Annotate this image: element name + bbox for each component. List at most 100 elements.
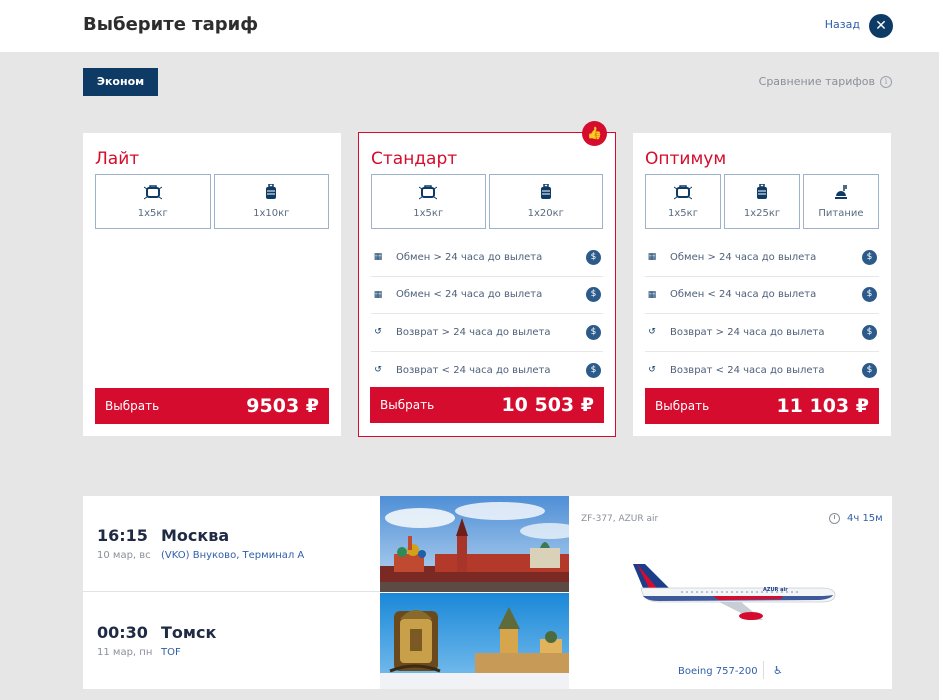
paid-icon[interactable]: $ [862, 324, 877, 340]
tariff-features: 1x5кг 1x25кг Питание [645, 174, 879, 229]
carry-on-bag-icon [419, 185, 438, 200]
select-tariff-button[interactable]: Выбрать 9503 ₽ [95, 388, 329, 424]
paid-icon[interactable]: $ [586, 249, 601, 265]
carry-on-bag-icon [674, 185, 692, 200]
feature-carry-on: 1x5кг [371, 174, 486, 229]
condition-row: ▦ Обмен > 24 часа до вылета $ [645, 239, 879, 277]
feature-label: 1x20кг [527, 208, 564, 219]
condition-text: Обмен < 24 часа до вылета [670, 289, 817, 301]
paid-icon[interactable]: $ [862, 362, 877, 378]
tomsk-city-photo [380, 593, 569, 689]
flight-details-card: 16:15 Москва 10 мар, вс (VKO) Внуково, Т… [83, 496, 892, 689]
arrival-airport: TOF [161, 647, 181, 658]
tariff-name: Лайт [95, 149, 140, 169]
condition-text: Обмен < 24 часа до вылета [396, 289, 543, 301]
feature-carry-on: 1x5кг [645, 174, 721, 229]
departure-time: 16:15 [97, 526, 148, 545]
compare-tariffs-link[interactable]: Сравнение тарифов i [759, 75, 892, 88]
page-title: Выберите тариф [83, 14, 259, 35]
condition-row: ↺ Возврат > 24 часа до вылета $ [371, 314, 603, 352]
tariff-name: Стандарт [371, 149, 458, 169]
select-label: Выбрать [655, 399, 710, 413]
divider [763, 661, 764, 679]
tariff-price: 10 503 ₽ [501, 394, 594, 416]
departure-segment: 16:15 Москва 10 мар, вс (VKO) Внуково, Т… [83, 496, 380, 592]
calendar-icon: ▦ [647, 252, 657, 263]
arrival-time: 00:30 [97, 623, 148, 642]
select-tariff-button[interactable]: Выбрать 10 503 ₽ [370, 387, 604, 423]
feature-label: 1x5кг [668, 208, 698, 219]
tariff-features: 1x5кг 1x10кг [95, 174, 329, 229]
condition-text: Обмен > 24 часа до вылета [396, 251, 543, 263]
departure-airport: (VKO) Внуково, Терминал A [161, 550, 305, 561]
condition-text: Возврат > 24 часа до вылета [670, 326, 825, 338]
tariff-price: 11 103 ₽ [776, 395, 869, 417]
tariff-conditions: ▦ Обмен > 24 часа до вылета $ ▦ Обмен < … [371, 239, 603, 389]
tariff-features: 1x5кг 1x20кг [371, 174, 603, 229]
departure-date: 10 мар, вс [97, 550, 151, 561]
calendar-icon: ▦ [647, 289, 657, 300]
condition-text: Обмен > 24 часа до вылета [670, 251, 817, 263]
feature-label: Питание [818, 208, 864, 219]
info-icon[interactable]: i [880, 75, 892, 88]
thumbs-up-icon: 👍 [582, 121, 607, 146]
feature-label: 1x5кг [413, 208, 444, 219]
paid-icon[interactable]: $ [586, 287, 601, 303]
suitcase-icon [757, 184, 767, 199]
condition-text: Возврат < 24 часа до вылета [670, 364, 825, 376]
return-arrow-icon: ↺ [648, 365, 656, 376]
feature-carry-on: 1x5кг [95, 174, 211, 229]
select-label: Выбрать [105, 399, 160, 413]
tariff-conditions: ▦ Обмен > 24 часа до вылета $ ▦ Обмен < … [645, 239, 879, 389]
return-arrow-icon: ↺ [648, 327, 656, 338]
return-arrow-icon: ↺ [374, 327, 382, 338]
feature-baggage: 1x25кг [724, 174, 800, 229]
condition-row: ↺ Возврат > 24 часа до вылета $ [645, 314, 879, 352]
calendar-icon: ▦ [373, 289, 383, 300]
close-icon[interactable]: ✕ [869, 14, 893, 38]
tariff-price: 9503 ₽ [246, 395, 319, 417]
condition-text: Возврат < 24 часа до вылета [396, 364, 551, 376]
suitcase-icon [266, 184, 277, 199]
meal-icon [835, 185, 847, 199]
return-arrow-icon: ↺ [374, 365, 382, 376]
departure-city: Москва [161, 526, 230, 545]
condition-text: Возврат > 24 часа до вылета [396, 326, 551, 338]
carry-on-bag-icon [143, 185, 162, 200]
feature-meal: Питание [803, 174, 879, 229]
tariff-card-optimum: Оптимум 1x5кг 1x25кг Питание ▦ Обмен > 2… [633, 133, 891, 436]
tariff-name: Оптимум [645, 149, 727, 169]
condition-row: ↺ Возврат < 24 часа до вылета $ [371, 352, 603, 390]
top-bar: Выберите тариф Назад ✕ [0, 0, 939, 52]
paid-icon[interactable]: $ [586, 362, 601, 378]
aircraft-model: Boeing 757-200 [678, 666, 758, 677]
arrival-city: Томск [161, 623, 217, 642]
arrival-segment: 00:30 Томск 11 мар, пн TOF [83, 593, 380, 689]
feature-label: 1x10кг [253, 208, 290, 219]
flight-duration: 4ч 15м [847, 513, 883, 524]
feature-baggage: 1x10кг [213, 174, 329, 229]
calendar-icon: ▦ [373, 252, 383, 263]
back-link[interactable]: Назад [825, 18, 860, 31]
feature-label: 1x5кг [137, 208, 168, 219]
compare-tariffs-label: Сравнение тарифов [758, 75, 875, 88]
tab-economy[interactable]: Эконом [83, 68, 158, 96]
select-tariff-button[interactable]: Выбрать 11 103 ₽ [645, 388, 879, 424]
wheelchair-icon: ♿ [773, 664, 783, 677]
tariff-card-lite: Лайт 1x5кг 1x10кг Выбрать 9503 ₽ [83, 133, 341, 436]
flight-number: ZF-377, AZUR air [581, 514, 659, 524]
feature-baggage: 1x20кг [488, 174, 603, 229]
moscow-city-photo [380, 496, 569, 592]
paid-icon[interactable]: $ [862, 249, 877, 265]
select-label: Выбрать [380, 398, 435, 412]
arrival-date: 11 мар, пн [97, 647, 153, 658]
paid-icon[interactable]: $ [586, 324, 601, 340]
condition-row: ▦ Обмен < 24 часа до вылета $ [645, 277, 879, 314]
condition-row: ↺ Возврат < 24 часа до вылета $ [645, 352, 879, 390]
clock-icon [829, 513, 840, 524]
suitcase-icon [540, 184, 551, 199]
condition-row: ▦ Обмен > 24 часа до вылета $ [371, 239, 603, 277]
tariff-card-standard: 👍 Стандарт 1x5кг 1x20кг ▦ Обмен > 24 час… [358, 121, 616, 437]
condition-row: ▦ Обмен < 24 часа до вылета $ [371, 277, 603, 314]
paid-icon[interactable]: $ [862, 287, 877, 303]
